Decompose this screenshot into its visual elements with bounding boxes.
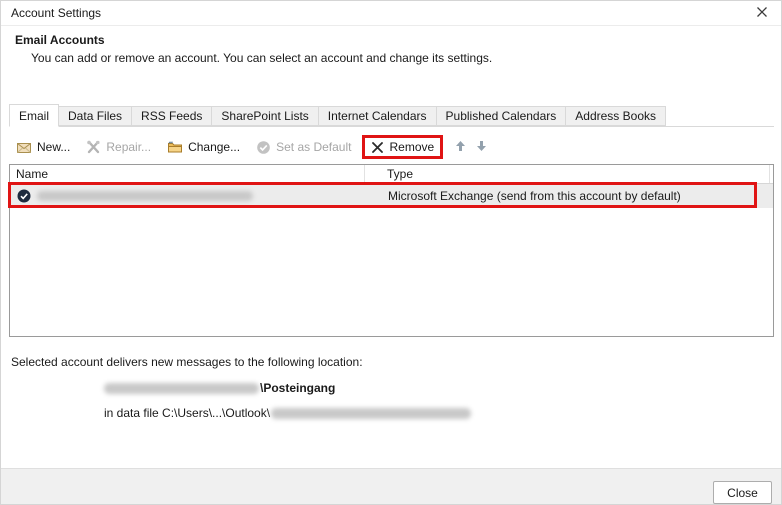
tab-strip: Email Data Files RSS Feeds SharePoint Li… — [9, 104, 774, 127]
new-button[interactable]: New... — [9, 136, 77, 158]
window-close-button[interactable] — [743, 1, 781, 26]
tab-data-files[interactable]: Data Files — [58, 106, 132, 126]
delivery-location-text: Selected account delivers new messages t… — [11, 355, 363, 369]
change-button[interactable]: Change... — [160, 136, 247, 158]
repair-button-label: Repair... — [106, 140, 151, 154]
column-header-filler — [770, 165, 773, 183]
redacted-mailbox-name — [104, 383, 259, 394]
redacted-account-name — [37, 191, 253, 201]
repair-icon — [86, 140, 101, 154]
close-icon — [756, 6, 768, 21]
redacted-data-file-name — [271, 408, 471, 419]
tab-published-calendars[interactable]: Published Calendars — [436, 106, 567, 126]
account-list: Name Type Microsoft Exchange (send from … — [9, 164, 774, 337]
new-button-label: New... — [37, 140, 70, 154]
close-button[interactable]: Close — [713, 481, 772, 504]
tab-internet-calendars[interactable]: Internet Calendars — [318, 106, 437, 126]
window-title: Account Settings — [11, 1, 101, 26]
set-default-check-icon — [256, 140, 271, 155]
mailbox-location-line: \Posteingang — [104, 381, 335, 395]
page-description: You can add or remove an account. You ca… — [31, 51, 492, 65]
titlebar: Account Settings — [1, 1, 781, 26]
account-settings-dialog: Account Settings Email Accounts You can … — [0, 0, 782, 505]
change-folder-icon — [167, 140, 183, 154]
column-header-name[interactable]: Name — [10, 165, 365, 183]
tab-sharepoint-lists[interactable]: SharePoint Lists — [211, 106, 318, 126]
remove-x-icon — [371, 141, 384, 154]
toolbar: New... Repair... Change... — [9, 132, 487, 162]
column-header-name-label: Name — [16, 167, 48, 181]
column-header-type[interactable]: Type — [365, 165, 770, 183]
data-file-path-label: in data file C:\Users\...\Outlook\ — [104, 406, 270, 420]
reorder-arrows — [455, 140, 487, 155]
repair-button[interactable]: Repair... — [79, 136, 158, 158]
account-row[interactable]: Microsoft Exchange (send from this accou… — [10, 184, 773, 208]
move-up-icon[interactable] — [455, 140, 466, 155]
tab-email[interactable]: Email — [9, 104, 59, 127]
move-down-icon[interactable] — [476, 140, 487, 155]
new-account-icon — [16, 140, 32, 154]
remove-button-label: Remove — [389, 140, 434, 154]
bottom-bar: Close — [1, 468, 781, 505]
change-button-label: Change... — [188, 140, 240, 154]
data-file-line: in data file C:\Users\...\Outlook\ — [104, 406, 471, 420]
default-account-check-icon — [17, 189, 31, 203]
mailbox-folder-label: \Posteingang — [260, 381, 335, 395]
account-name-cell — [10, 189, 365, 203]
set-as-default-button-label: Set as Default — [276, 140, 351, 154]
account-type-cell: Microsoft Exchange (send from this accou… — [365, 189, 770, 203]
tab-address-books[interactable]: Address Books — [565, 106, 666, 126]
remove-button[interactable]: Remove — [362, 135, 443, 159]
page-title: Email Accounts — [15, 33, 105, 47]
tab-rss-feeds[interactable]: RSS Feeds — [131, 106, 212, 126]
column-header-type-label: Type — [387, 167, 413, 181]
list-header: Name Type — [10, 165, 773, 184]
set-as-default-button[interactable]: Set as Default — [249, 136, 358, 159]
